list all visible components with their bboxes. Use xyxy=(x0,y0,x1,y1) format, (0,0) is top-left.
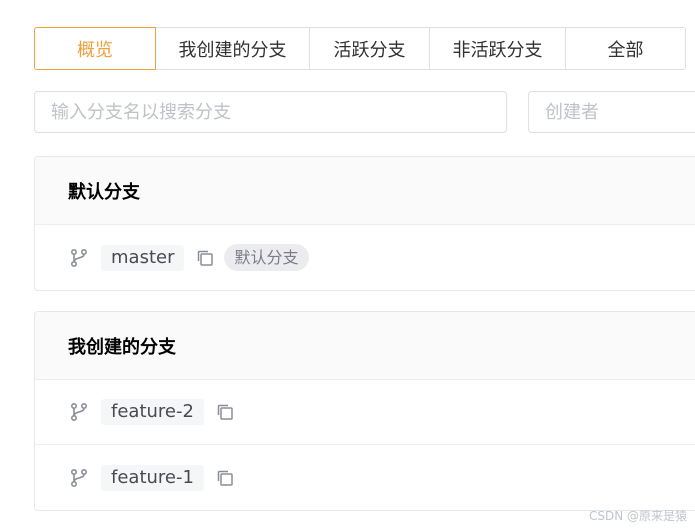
copy-icon[interactable] xyxy=(216,469,234,487)
branch-row: master 默认分支 xyxy=(35,225,695,290)
branch-row: feature-1 xyxy=(35,445,695,510)
tab-overview[interactable]: 概览 xyxy=(34,27,156,70)
branch-name[interactable]: feature-1 xyxy=(101,464,204,491)
copy-icon[interactable] xyxy=(196,249,214,267)
branch-tabs: 概览 我创建的分支 活跃分支 非活跃分支 全部 xyxy=(34,27,686,70)
default-branch-badge: 默认分支 xyxy=(224,244,309,271)
creator-filter-input[interactable] xyxy=(528,91,695,133)
my-branches-title: 我创建的分支 xyxy=(35,312,695,380)
default-branch-card: 默认分支 master 默认分支 xyxy=(34,156,695,291)
tab-inactive-branches[interactable]: 非活跃分支 xyxy=(430,27,566,70)
tab-all[interactable]: 全部 xyxy=(566,27,686,70)
my-branches-card: 我创建的分支 feature-2 feature-1 xyxy=(34,311,695,511)
branch-overview-page: 概览 我创建的分支 活跃分支 非活跃分支 全部 默认分支 master xyxy=(0,0,695,530)
tab-active-branches[interactable]: 活跃分支 xyxy=(310,27,430,70)
git-branch-icon xyxy=(69,248,89,268)
branch-name[interactable]: feature-2 xyxy=(101,399,204,425)
default-branch-title: 默认分支 xyxy=(35,157,695,225)
watermark: CSDN @原来是猿 xyxy=(588,509,687,523)
branch-search-input[interactable] xyxy=(34,91,507,133)
git-branch-icon xyxy=(69,402,89,422)
tab-my-branches[interactable]: 我创建的分支 xyxy=(156,27,310,70)
branch-row: feature-2 xyxy=(35,380,695,445)
git-branch-icon xyxy=(69,468,89,488)
branch-name[interactable]: master xyxy=(101,244,185,271)
copy-icon[interactable] xyxy=(216,403,234,421)
